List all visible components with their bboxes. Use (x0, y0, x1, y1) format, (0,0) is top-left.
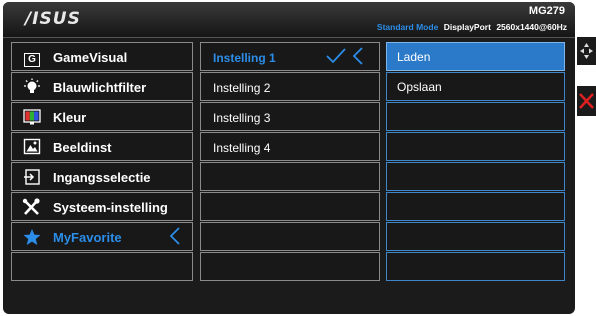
setting-slot-3[interactable]: Instelling 3 (200, 102, 380, 131)
gamevisual-icon: G (22, 48, 42, 67)
color-icon (22, 108, 42, 126)
menu-item-system[interactable]: Systeem-instelling (11, 192, 193, 221)
setting-slot-label: Instelling 1 (213, 51, 276, 65)
action-empty (386, 102, 565, 131)
menu-item-label: Blauwlichtfilter (53, 80, 147, 95)
status-line: Standard Mode DisplayPort 2560x1440@60Hz (377, 22, 567, 32)
image-icon (22, 138, 42, 156)
model-name: MG279 (528, 5, 565, 17)
menu-item-image[interactable]: Beeldinst (11, 132, 193, 161)
main-menu: G GameVisual Blauwlichtfilter Kleur Beel… (11, 42, 193, 282)
tools-icon (22, 198, 42, 216)
setting-slot-empty (200, 252, 380, 281)
menu-item-empty (11, 252, 193, 281)
bulb-icon (22, 78, 42, 96)
check-icon (325, 46, 347, 71)
setting-slot-empty (200, 162, 380, 191)
save-action[interactable]: Opslaan (386, 72, 565, 101)
setting-slot-label: Instelling 3 (213, 111, 271, 125)
setting-slot-label: Instelling 2 (213, 81, 271, 95)
menu-item-gamevisual[interactable]: G GameVisual (11, 42, 193, 71)
menu-item-label: Systeem-instelling (53, 200, 168, 215)
setting-slot-2[interactable]: Instelling 2 (200, 72, 380, 101)
menu-item-input[interactable]: Ingangsselectie (11, 162, 193, 191)
menu-item-label: Ingangsselectie (53, 170, 151, 185)
setting-slot-empty (200, 222, 380, 251)
menu-item-label: Beeldinst (53, 140, 112, 155)
close-icon[interactable] (577, 86, 596, 116)
action-empty (386, 222, 565, 251)
action-empty (386, 162, 565, 191)
navigate-icon[interactable] (577, 37, 596, 65)
chevron-left-icon (168, 226, 182, 251)
brand-logo: /ISUS (25, 9, 81, 29)
menu-item-bluelight[interactable]: Blauwlichtfilter (11, 72, 193, 101)
menu-item-myfavorite[interactable]: MyFavorite (11, 222, 193, 251)
action-empty (386, 192, 565, 221)
osd-panel: /ISUS MG279 Standard Mode DisplayPort 25… (3, 2, 575, 314)
mode-label: Standard Mode (376, 22, 439, 32)
settings-menu: Instelling 1 Instelling 2 Instelling 3 I… (200, 42, 380, 282)
setting-slot-label: Instelling 4 (213, 141, 271, 155)
menu-item-label: GameVisual (53, 50, 128, 65)
setting-slot-4[interactable]: Instelling 4 (200, 132, 380, 161)
resolution-label: 2560x1440@60Hz (496, 22, 567, 32)
action-menu: Laden Opslaan (386, 42, 565, 282)
osd-header: /ISUS MG279 Standard Mode DisplayPort 25… (3, 2, 575, 38)
action-label: Laden (397, 50, 431, 64)
menu-item-label: MyFavorite (53, 230, 122, 245)
setting-slot-1[interactable]: Instelling 1 (200, 42, 380, 71)
chevron-left-icon (351, 46, 365, 71)
setting-slot-empty (200, 192, 380, 221)
star-icon (22, 228, 42, 246)
action-label: Opslaan (397, 80, 442, 94)
action-empty (386, 132, 565, 161)
input-icon (22, 168, 42, 186)
menu-item-color[interactable]: Kleur (11, 102, 193, 131)
menu-item-label: Kleur (53, 110, 87, 125)
port-label: DisplayPort (443, 22, 491, 32)
action-empty (386, 252, 565, 281)
load-action[interactable]: Laden (386, 42, 565, 71)
